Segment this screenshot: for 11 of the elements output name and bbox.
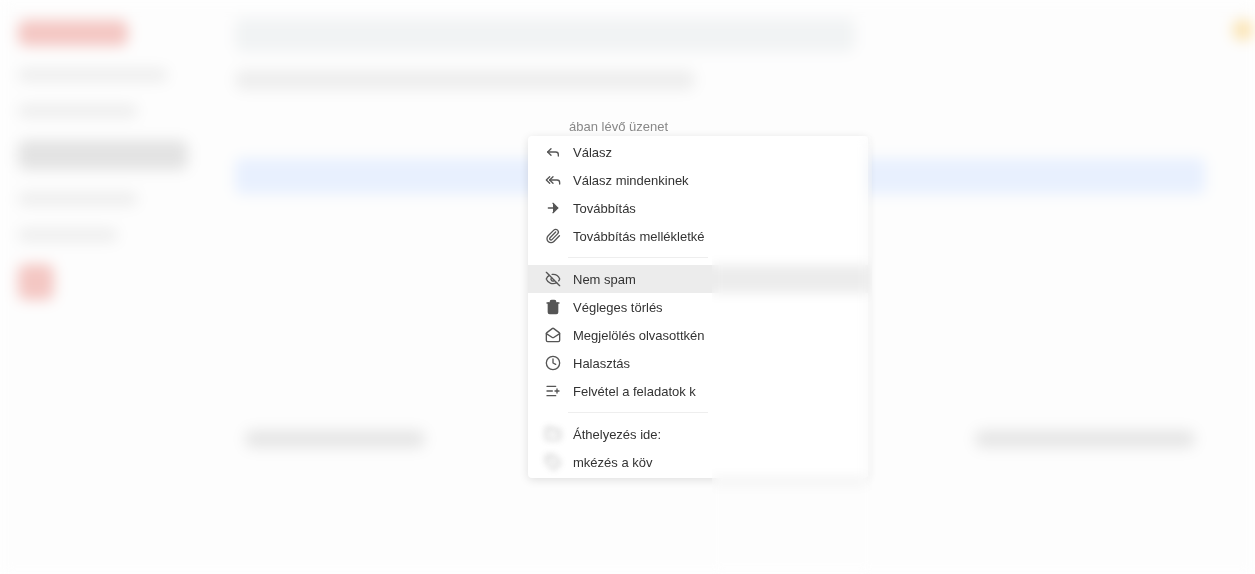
menu-item[interactable]: Felvétel a feladatok k [528,377,868,405]
header-text: ában lévő üzenet [569,119,669,134]
menu-item[interactable]: Halasztás [528,349,868,377]
menu-item[interactable]: Áthelyezés ide: [528,420,868,448]
menu-item[interactable]: Válasz [528,138,868,166]
menu-item[interactable]: Továbbítás mellékletké [528,222,868,250]
menu-item[interactable]: Továbbítás [528,194,868,222]
menu-item[interactable]: Végleges törlés [528,293,868,321]
menu-item[interactable]: Megjelölés olvasottkén [528,321,868,349]
menu-item[interactable]: mkézés a köv [528,448,868,476]
menu-item[interactable]: Nem spam [528,265,868,293]
